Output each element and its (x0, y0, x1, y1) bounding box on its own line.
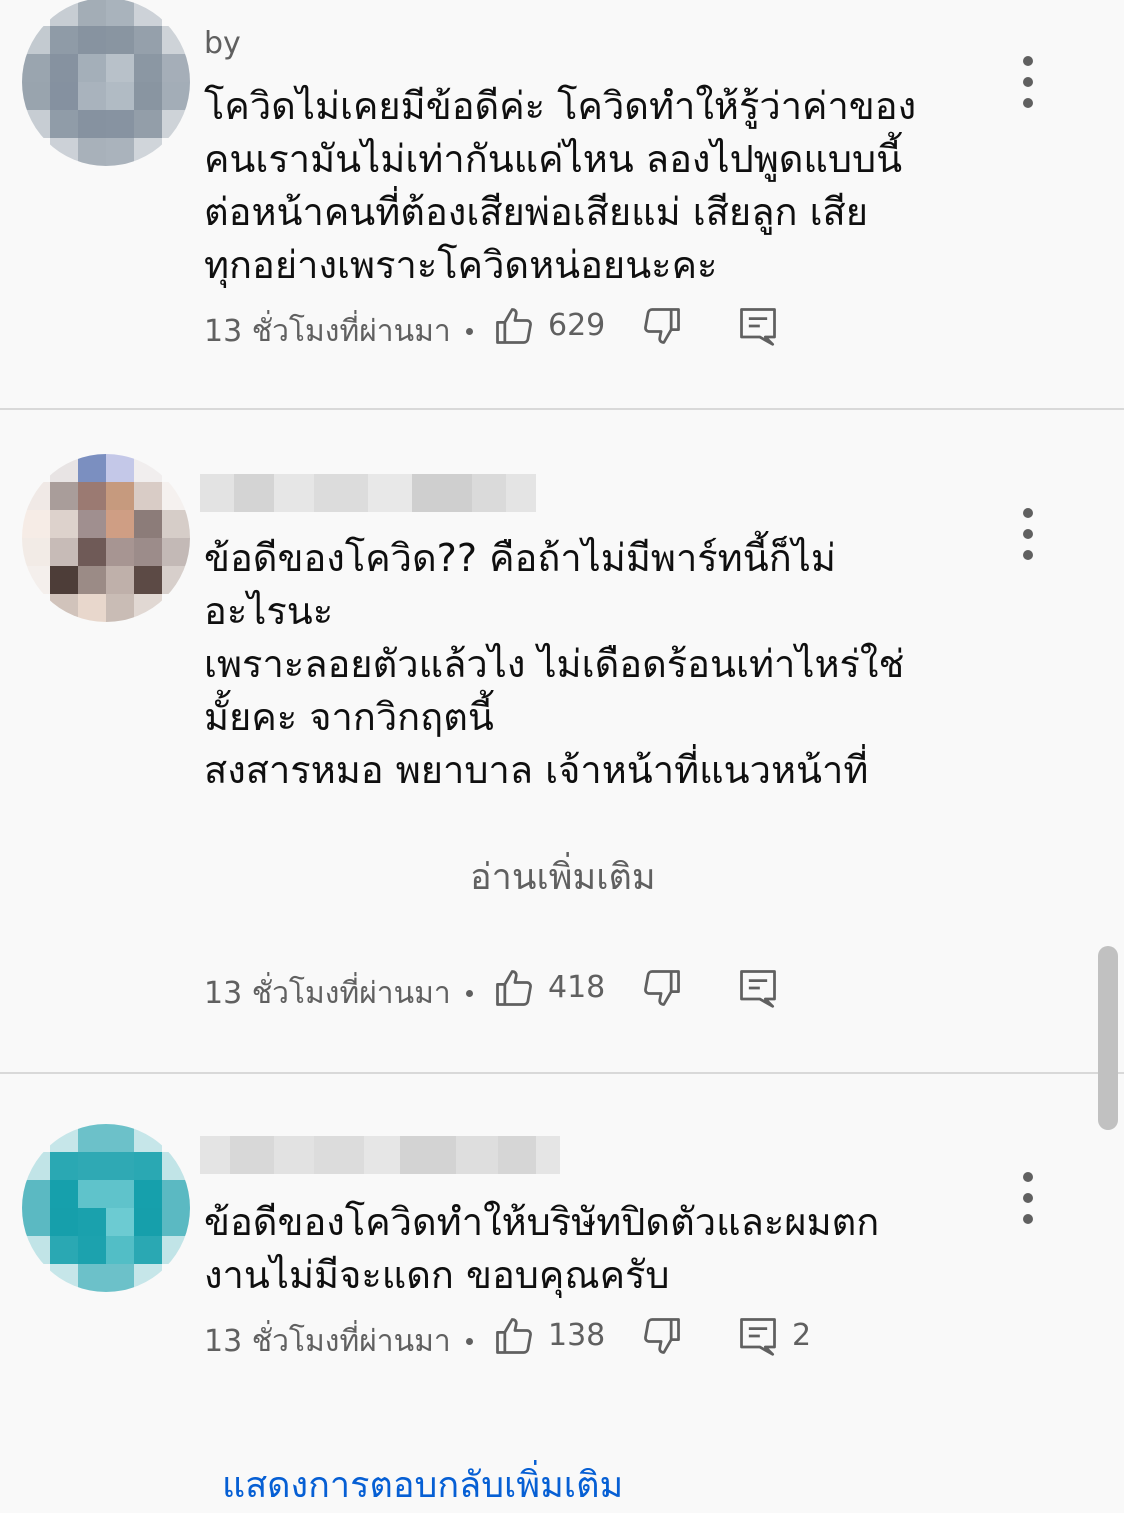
like-count: 629 (548, 308, 606, 343)
thumbs-down-icon[interactable] (640, 304, 684, 348)
like-count: 138 (548, 1318, 606, 1353)
avatar[interactable] (22, 1124, 190, 1292)
separator-dot (466, 990, 473, 997)
more-vert-icon[interactable] (1016, 508, 1040, 560)
like-count: 418 (548, 970, 606, 1005)
divider (0, 1072, 1124, 1074)
show-more-replies-button[interactable]: แสดงการตอบกลับเพิ่มเติม (222, 1456, 623, 1513)
comment-author[interactable]: by (204, 26, 241, 61)
reply-count[interactable]: 2 (792, 1318, 811, 1353)
divider (0, 408, 1124, 410)
comment-timestamp[interactable]: 13 ชั่วโมงที่ผ่านมา (204, 970, 451, 1017)
thumbs-up-icon[interactable] (492, 304, 536, 348)
comment-text: โควิดไม่เคยมีข้อดีค่ะ โควิดทำให้รู้ว่าค่… (204, 84, 917, 287)
separator-dot (466, 1338, 473, 1345)
comment-text: ข้อดีของโควิด?? คือถ้าไม่มีพาร์ทนี้ก็ไม่… (204, 536, 905, 792)
comment-toolbar: 13 ชั่วโมงที่ผ่านมา 629 (204, 304, 904, 354)
author-name-redacted (200, 1136, 560, 1174)
thumbs-up-icon[interactable] (492, 1314, 536, 1358)
comment-timestamp[interactable]: 13 ชั่วโมงที่ผ่านมา (204, 308, 451, 355)
thumbs-down-icon[interactable] (640, 966, 684, 1010)
thumbs-down-icon[interactable] (640, 1314, 684, 1358)
thumbs-up-icon[interactable] (492, 966, 536, 1010)
comment-toolbar: 13 ชั่วโมงที่ผ่านมา 138 2 (204, 1314, 904, 1364)
avatar[interactable] (22, 0, 190, 166)
reply-icon[interactable] (736, 1314, 780, 1358)
separator-dot (466, 328, 473, 335)
comment-toolbar: 13 ชั่วโมงที่ผ่านมา 418 (204, 966, 904, 1016)
reply-icon[interactable] (736, 966, 780, 1010)
author-name-redacted (200, 474, 536, 512)
avatar[interactable] (22, 454, 190, 622)
comment-text: ข้อดีของโควิดทำให้บริษัทปิดตัวและผมตก งา… (204, 1200, 880, 1297)
reply-icon[interactable] (736, 304, 780, 348)
comment-timestamp[interactable]: 13 ชั่วโมงที่ผ่านมา (204, 1318, 451, 1365)
more-vert-icon[interactable] (1016, 56, 1040, 108)
more-vert-icon[interactable] (1016, 1172, 1040, 1224)
read-more-button[interactable]: อ่านเพิ่มเติม (470, 848, 656, 905)
scrollbar-thumb[interactable] (1098, 946, 1118, 1130)
